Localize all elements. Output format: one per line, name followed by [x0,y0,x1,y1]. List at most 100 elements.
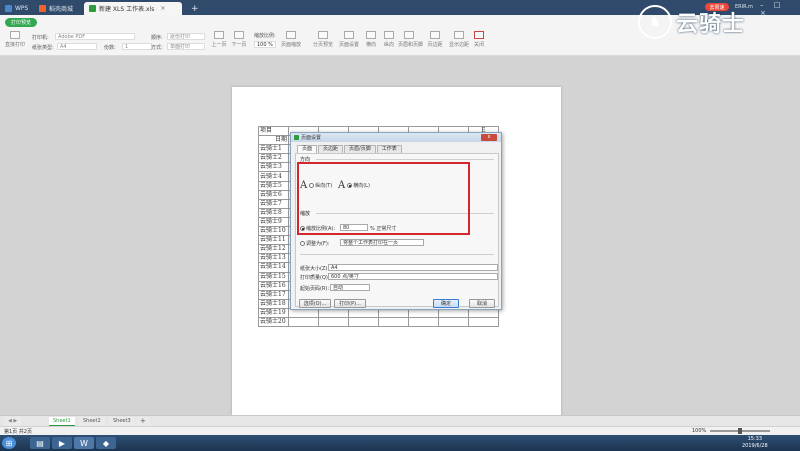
tab-label: WPS [15,5,29,12]
row-label: 云骑士7 [258,198,289,209]
row-label: 云骑士6 [258,189,289,200]
method-label: 方式: [151,45,163,51]
method-select[interactable]: 单面打印 [167,43,205,50]
first-page-label: 起始页码(R): [300,286,330,292]
spreadsheet-icon [89,5,96,12]
paper-size-label: 纸张大小(Z): [300,266,330,272]
fit-to-radio[interactable] [300,241,305,246]
margins-icon [430,31,440,39]
zoom-field[interactable]: 100 % [254,41,276,48]
tab-page[interactable]: 页面 [297,145,318,153]
header-cell-item: 项目 [258,125,289,137]
status-bar: 第1页 共2页 100% [0,426,800,435]
close-tab-icon[interactable]: × [160,5,165,12]
zoom-page-icon [286,31,296,39]
row-label: 云骑士3 [258,162,289,173]
copies-field[interactable]: 1 [122,43,152,50]
row-label: 云骑士19 [258,307,289,318]
table-cell [318,316,349,328]
start-button[interactable]: ⊞ [2,437,16,449]
clock-date: 2019/6/28 [742,443,768,449]
close-icon [474,31,484,39]
page-zoom-button[interactable]: 页面缩放 [280,31,302,48]
tab-header-footer[interactable]: 页眉/页脚 [344,145,376,153]
options-button[interactable]: 选项(O)... [299,299,331,308]
row-label: 云骑士1 [258,144,289,155]
row-label: 云骑士13 [258,253,289,264]
print-button[interactable]: 打印(P)... [334,299,366,308]
fit-to-select[interactable]: 将整个工作表打印在一页 [340,239,424,246]
row-label: 云骑士8 [258,207,289,218]
dialog-close-button[interactable]: x [481,134,497,141]
add-sheet-button[interactable]: + [136,417,150,426]
fit-to-option[interactable]: 调整为(F): [300,240,329,247]
close-preview-button[interactable]: 关闭 [468,31,490,48]
page-setup-button[interactable]: 页面设置 [338,31,360,48]
taskbar-wps-icon[interactable]: W [74,437,94,449]
next-page-button[interactable]: 下一页 [228,31,250,48]
paper-type-select[interactable]: A4 [57,43,97,50]
sheet-tab-3[interactable]: Sheet3 [109,417,135,426]
page-info: 第1页 共2页 [4,429,32,435]
row-label: 云骑士18 [258,298,289,309]
header-footer-button[interactable]: 页眉和页脚 [398,31,423,48]
direct-print-button[interactable]: 直接打印 [4,31,26,48]
clock-time: 15:33 [747,436,763,442]
tab-sheet[interactable]: 工作表 [376,145,402,153]
print-preview-mode-button[interactable]: 打印预览 [5,18,37,27]
new-tab-button[interactable]: + [186,2,204,15]
dialog-tabs: 页面 页边距 页眉/页脚 工作表 [297,145,403,153]
printer-select[interactable]: Adobe PDF [55,33,135,40]
divider [300,254,494,255]
print-quality-select[interactable]: 600 点/英寸 [328,273,498,280]
portrait-button[interactable]: 纵向 [378,31,400,48]
margins-button[interactable]: 页边距 [424,31,446,48]
show-margins-button[interactable]: 显示边距 [448,31,470,48]
landscape-icon [366,31,376,39]
table-cell [348,316,379,328]
docer-tab[interactable]: 稻壳商城 [34,2,78,15]
page-break-preview-button[interactable]: 分页预览 [312,31,334,48]
dialog-title-bar: 页面设置 [291,133,501,142]
paper-size-select[interactable]: A4 [328,264,498,271]
sheet-nav-arrows[interactable]: ◀ ▶ [4,417,22,426]
zoom-slider-thumb[interactable] [738,428,742,434]
sheet-tab-2[interactable]: Sheet2 [79,417,105,426]
paper-type-label: 纸张类型: [32,45,54,51]
print-quality-label: 打印质量(Q): [300,275,330,281]
taskbar-clock: 15:33 2019/6/28 [742,436,768,450]
header-footer-icon [404,31,414,39]
order-select[interactable]: 逐份打印 [167,33,205,40]
cancel-button[interactable]: 取消 [469,299,495,308]
show-margins-icon [454,31,464,39]
dialog-title: 页面设置 [301,135,322,141]
row-label: 云骑士2 [258,153,289,164]
portrait-icon [384,31,394,39]
taskbar-app-icon[interactable]: ◆ [96,437,116,449]
sheet-tab-1[interactable]: Sheet1 [49,417,75,426]
first-page-input[interactable]: 自动 [330,284,370,291]
zoom-percent: 100% [692,428,707,434]
row-label: 云骑士16 [258,280,289,291]
row-label: 云骑士5 [258,180,289,191]
header-cell-date: 日期 [258,135,289,146]
spreadsheet-tab[interactable]: 新建 XLS 工作表.xls × [84,2,182,15]
table-cell [288,316,319,328]
row-label: 云骑士17 [258,289,289,300]
tab-margins[interactable]: 页边距 [318,145,344,153]
zoom-label: 缩放比例: [254,33,276,39]
row-label: 云骑士20 [258,316,289,328]
table-cell [408,316,439,328]
row-label: 云骑士11 [258,235,289,246]
order-label: 顺序: [151,35,163,41]
copies-label: 份数: [104,45,116,51]
knight-logo-icon: ♞ [638,5,672,39]
table-cell [378,316,409,328]
arrow-down-icon [234,31,244,39]
wps-home-tab[interactable]: WPS [0,2,33,15]
printer-icon [10,31,20,39]
ok-button[interactable]: 确定 [433,299,459,308]
taskbar-media-icon[interactable]: ▶ [52,437,72,449]
taskbar-explorer-icon[interactable]: ▤ [30,437,50,449]
prev-page-button[interactable]: 上一页 [208,31,230,48]
